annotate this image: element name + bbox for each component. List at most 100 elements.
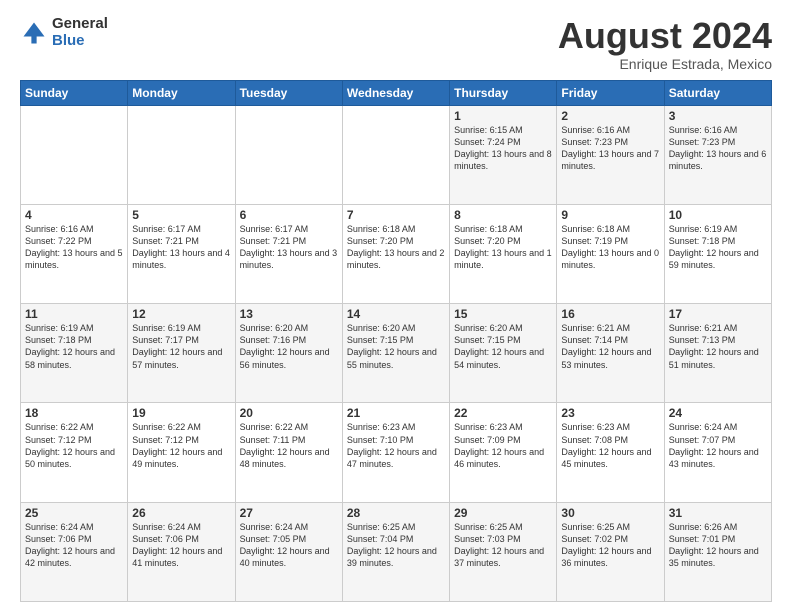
day-info: Sunrise: 6:24 AM Sunset: 7:06 PM Dayligh… — [25, 521, 123, 570]
calendar-cell: 17Sunrise: 6:21 AM Sunset: 7:13 PM Dayli… — [664, 304, 771, 403]
header: General Blue August 2024 Enrique Estrada… — [20, 16, 772, 72]
day-number: 22 — [454, 406, 552, 420]
header-row: Sunday Monday Tuesday Wednesday Thursday… — [21, 80, 772, 105]
calendar-cell: 11Sunrise: 6:19 AM Sunset: 7:18 PM Dayli… — [21, 304, 128, 403]
day-info: Sunrise: 6:17 AM Sunset: 7:21 PM Dayligh… — [240, 223, 338, 272]
col-wednesday: Wednesday — [342, 80, 449, 105]
col-thursday: Thursday — [450, 80, 557, 105]
logo-icon — [20, 19, 48, 47]
day-info: Sunrise: 6:24 AM Sunset: 7:05 PM Dayligh… — [240, 521, 338, 570]
day-number: 21 — [347, 406, 445, 420]
day-number: 10 — [669, 208, 767, 222]
day-info: Sunrise: 6:20 AM Sunset: 7:16 PM Dayligh… — [240, 322, 338, 371]
day-number: 30 — [561, 506, 659, 520]
day-number: 4 — [25, 208, 123, 222]
calendar-cell — [21, 105, 128, 204]
calendar-cell: 21Sunrise: 6:23 AM Sunset: 7:10 PM Dayli… — [342, 403, 449, 502]
main-title: August 2024 — [558, 16, 772, 56]
day-number: 28 — [347, 506, 445, 520]
calendar-header: Sunday Monday Tuesday Wednesday Thursday… — [21, 80, 772, 105]
col-friday: Friday — [557, 80, 664, 105]
calendar-cell: 6Sunrise: 6:17 AM Sunset: 7:21 PM Daylig… — [235, 204, 342, 303]
day-number: 27 — [240, 506, 338, 520]
day-info: Sunrise: 6:23 AM Sunset: 7:10 PM Dayligh… — [347, 421, 445, 470]
day-number: 12 — [132, 307, 230, 321]
calendar-cell: 30Sunrise: 6:25 AM Sunset: 7:02 PM Dayli… — [557, 502, 664, 601]
calendar-cell: 1Sunrise: 6:15 AM Sunset: 7:24 PM Daylig… — [450, 105, 557, 204]
day-info: Sunrise: 6:25 AM Sunset: 7:04 PM Dayligh… — [347, 521, 445, 570]
calendar-week-4: 18Sunrise: 6:22 AM Sunset: 7:12 PM Dayli… — [21, 403, 772, 502]
calendar-cell: 24Sunrise: 6:24 AM Sunset: 7:07 PM Dayli… — [664, 403, 771, 502]
col-sunday: Sunday — [21, 80, 128, 105]
col-monday: Monday — [128, 80, 235, 105]
day-info: Sunrise: 6:22 AM Sunset: 7:11 PM Dayligh… — [240, 421, 338, 470]
calendar-cell — [342, 105, 449, 204]
calendar-cell: 19Sunrise: 6:22 AM Sunset: 7:12 PM Dayli… — [128, 403, 235, 502]
day-info: Sunrise: 6:23 AM Sunset: 7:09 PM Dayligh… — [454, 421, 552, 470]
calendar-cell: 10Sunrise: 6:19 AM Sunset: 7:18 PM Dayli… — [664, 204, 771, 303]
day-info: Sunrise: 6:21 AM Sunset: 7:14 PM Dayligh… — [561, 322, 659, 371]
calendar-cell: 2Sunrise: 6:16 AM Sunset: 7:23 PM Daylig… — [557, 105, 664, 204]
calendar-cell: 7Sunrise: 6:18 AM Sunset: 7:20 PM Daylig… — [342, 204, 449, 303]
day-number: 14 — [347, 307, 445, 321]
day-number: 26 — [132, 506, 230, 520]
logo-text: General Blue — [52, 16, 108, 49]
calendar-cell: 15Sunrise: 6:20 AM Sunset: 7:15 PM Dayli… — [450, 304, 557, 403]
day-number: 8 — [454, 208, 552, 222]
calendar-week-3: 11Sunrise: 6:19 AM Sunset: 7:18 PM Dayli… — [21, 304, 772, 403]
logo-blue-text: Blue — [52, 33, 108, 50]
day-number: 17 — [669, 307, 767, 321]
calendar-cell: 13Sunrise: 6:20 AM Sunset: 7:16 PM Dayli… — [235, 304, 342, 403]
calendar-week-5: 25Sunrise: 6:24 AM Sunset: 7:06 PM Dayli… — [21, 502, 772, 601]
day-info: Sunrise: 6:22 AM Sunset: 7:12 PM Dayligh… — [25, 421, 123, 470]
calendar-cell: 9Sunrise: 6:18 AM Sunset: 7:19 PM Daylig… — [557, 204, 664, 303]
day-info: Sunrise: 6:16 AM Sunset: 7:22 PM Dayligh… — [25, 223, 123, 272]
calendar-cell: 8Sunrise: 6:18 AM Sunset: 7:20 PM Daylig… — [450, 204, 557, 303]
calendar-cell: 28Sunrise: 6:25 AM Sunset: 7:04 PM Dayli… — [342, 502, 449, 601]
day-number: 13 — [240, 307, 338, 321]
day-number: 16 — [561, 307, 659, 321]
calendar-cell: 27Sunrise: 6:24 AM Sunset: 7:05 PM Dayli… — [235, 502, 342, 601]
day-info: Sunrise: 6:22 AM Sunset: 7:12 PM Dayligh… — [132, 421, 230, 470]
calendar-cell: 18Sunrise: 6:22 AM Sunset: 7:12 PM Dayli… — [21, 403, 128, 502]
day-number: 3 — [669, 109, 767, 123]
day-info: Sunrise: 6:26 AM Sunset: 7:01 PM Dayligh… — [669, 521, 767, 570]
day-info: Sunrise: 6:20 AM Sunset: 7:15 PM Dayligh… — [347, 322, 445, 371]
day-number: 24 — [669, 406, 767, 420]
day-info: Sunrise: 6:16 AM Sunset: 7:23 PM Dayligh… — [669, 124, 767, 173]
day-info: Sunrise: 6:20 AM Sunset: 7:15 PM Dayligh… — [454, 322, 552, 371]
calendar-cell: 31Sunrise: 6:26 AM Sunset: 7:01 PM Dayli… — [664, 502, 771, 601]
day-info: Sunrise: 6:17 AM Sunset: 7:21 PM Dayligh… — [132, 223, 230, 272]
day-number: 19 — [132, 406, 230, 420]
logo: General Blue — [20, 16, 108, 49]
day-info: Sunrise: 6:19 AM Sunset: 7:17 PM Dayligh… — [132, 322, 230, 371]
subtitle: Enrique Estrada, Mexico — [558, 56, 772, 72]
day-number: 15 — [454, 307, 552, 321]
calendar-cell: 16Sunrise: 6:21 AM Sunset: 7:14 PM Dayli… — [557, 304, 664, 403]
calendar-week-1: 1Sunrise: 6:15 AM Sunset: 7:24 PM Daylig… — [21, 105, 772, 204]
col-saturday: Saturday — [664, 80, 771, 105]
calendar-cell — [128, 105, 235, 204]
calendar-cell: 4Sunrise: 6:16 AM Sunset: 7:22 PM Daylig… — [21, 204, 128, 303]
day-number: 23 — [561, 406, 659, 420]
day-info: Sunrise: 6:25 AM Sunset: 7:03 PM Dayligh… — [454, 521, 552, 570]
day-number: 6 — [240, 208, 338, 222]
day-number: 7 — [347, 208, 445, 222]
day-number: 11 — [25, 307, 123, 321]
page: General Blue August 2024 Enrique Estrada… — [0, 0, 792, 612]
day-info: Sunrise: 6:16 AM Sunset: 7:23 PM Dayligh… — [561, 124, 659, 173]
day-number: 31 — [669, 506, 767, 520]
day-info: Sunrise: 6:25 AM Sunset: 7:02 PM Dayligh… — [561, 521, 659, 570]
day-number: 1 — [454, 109, 552, 123]
day-info: Sunrise: 6:21 AM Sunset: 7:13 PM Dayligh… — [669, 322, 767, 371]
day-info: Sunrise: 6:23 AM Sunset: 7:08 PM Dayligh… — [561, 421, 659, 470]
day-info: Sunrise: 6:19 AM Sunset: 7:18 PM Dayligh… — [669, 223, 767, 272]
calendar-cell: 22Sunrise: 6:23 AM Sunset: 7:09 PM Dayli… — [450, 403, 557, 502]
day-info: Sunrise: 6:18 AM Sunset: 7:20 PM Dayligh… — [454, 223, 552, 272]
calendar-cell: 5Sunrise: 6:17 AM Sunset: 7:21 PM Daylig… — [128, 204, 235, 303]
day-info: Sunrise: 6:19 AM Sunset: 7:18 PM Dayligh… — [25, 322, 123, 371]
day-number: 25 — [25, 506, 123, 520]
day-number: 18 — [25, 406, 123, 420]
day-number: 5 — [132, 208, 230, 222]
logo-general-text: General — [52, 16, 108, 33]
